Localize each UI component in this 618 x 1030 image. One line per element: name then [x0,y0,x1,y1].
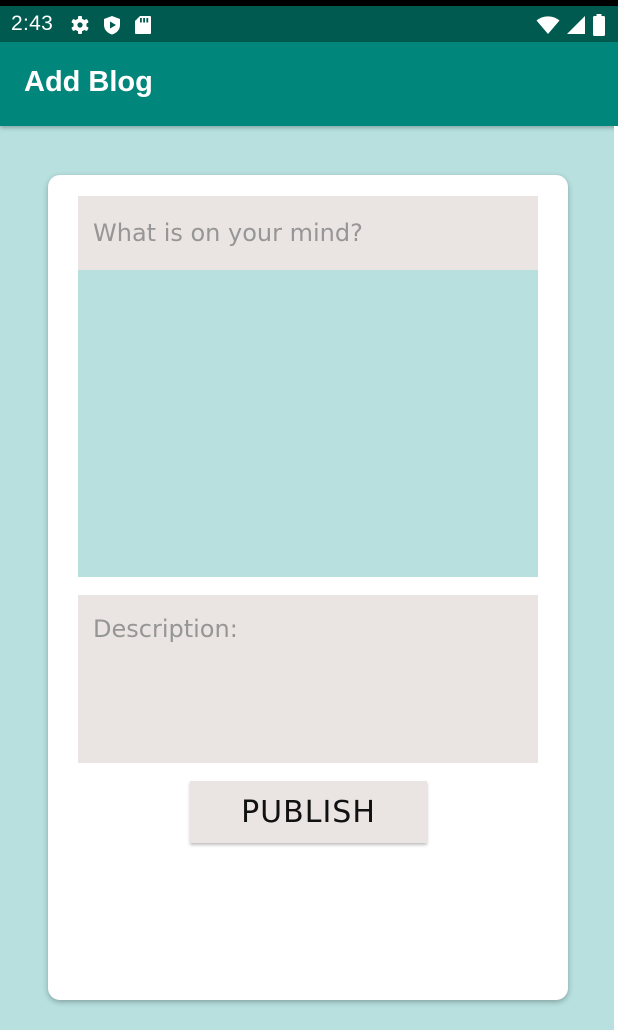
publish-button[interactable]: PUBLISH [190,781,427,843]
right-edge-strip [614,126,618,1030]
blog-title-input[interactable] [78,196,538,270]
description-input[interactable] [78,595,538,763]
play-protect-icon [102,15,122,35]
blog-image-picker[interactable] [78,270,538,577]
status-time: 2:43 [11,12,54,35]
sd-card-icon [134,15,152,35]
status-right-icons [536,14,606,36]
app-bar: Add Blog [0,42,618,126]
battery-icon [592,14,606,36]
status-bar: 2:43 [0,6,618,42]
wifi-icon [536,15,560,35]
gear-icon [70,15,90,35]
cell-signal-icon [566,15,586,35]
status-left-icons [70,14,152,36]
page-title: Add Blog [24,66,153,98]
